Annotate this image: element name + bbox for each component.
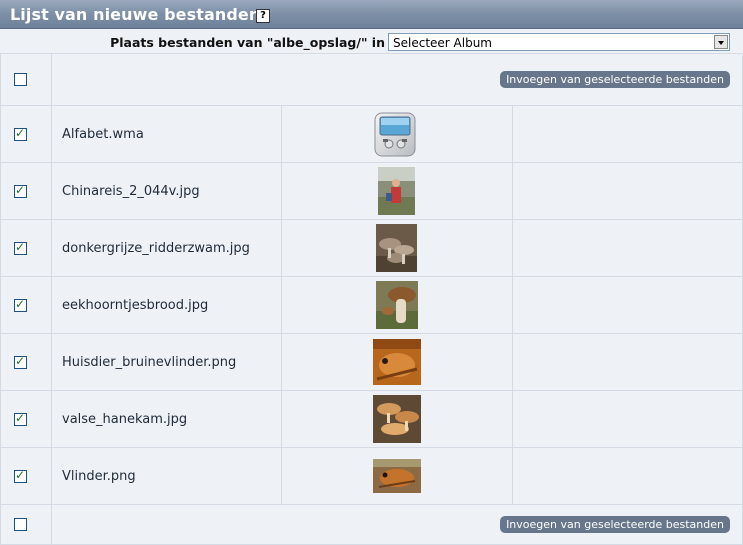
- file-name: Huisdier_bruinevlinder.png: [62, 354, 237, 370]
- file-checkbox[interactable]: [14, 183, 27, 198]
- select-all-checkbox-bottom[interactable]: [14, 518, 27, 531]
- file-checkbox[interactable]: [14, 411, 27, 426]
- album-label: Plaats bestanden van "albe_opslag/" in: [110, 35, 385, 50]
- help-icon[interactable]: ?: [256, 9, 270, 23]
- photo-thumbnail[interactable]: [376, 224, 418, 272]
- insert-selected-button-bottom[interactable]: Invoegen van geselecteerde bestanden: [500, 516, 730, 533]
- file-checkbox[interactable]: [14, 240, 27, 255]
- table-row: donkergrijze_ridderzwam.jpg: [0, 219, 743, 277]
- chevron-down-icon[interactable]: [714, 35, 728, 49]
- file-name: donkergrijze_ridderzwam.jpg: [62, 240, 250, 256]
- page-title: Lijst van nieuwe bestanden: [10, 5, 261, 24]
- file-checkbox[interactable]: [14, 297, 27, 312]
- table-row: Vlinder.png: [0, 447, 743, 505]
- photo-thumbnail[interactable]: [375, 281, 418, 329]
- album-select[interactable]: Selecteer Album: [388, 33, 730, 51]
- photo-thumbnail[interactable]: [372, 459, 421, 493]
- file-name: valse_hanekam.jpg: [62, 411, 188, 427]
- file-table: Invoegen van geselecteerde bestanden Alf…: [0, 53, 743, 545]
- album-selector-row: Plaats bestanden van "albe_opslag/" in S…: [0, 29, 743, 53]
- photo-thumbnail[interactable]: [372, 395, 421, 443]
- file-checkbox[interactable]: [14, 126, 27, 141]
- album-select-value: Selecteer Album: [393, 36, 492, 50]
- table-row: Huisdier_bruinevlinder.png: [0, 333, 743, 391]
- table-row: Chinareis_2_044v.jpg: [0, 162, 743, 220]
- insert-selected-button-top[interactable]: Invoegen van geselecteerde bestanden: [500, 71, 730, 88]
- file-name: Chinareis_2_044v.jpg: [62, 183, 200, 199]
- table-row: valse_hanekam.jpg: [0, 390, 743, 448]
- table-row: eekhoorntjesbrood.jpg: [0, 276, 743, 334]
- file-name: eekhoorntjesbrood.jpg: [62, 297, 209, 313]
- bottom-action-row: Invoegen van geselecteerde bestanden: [0, 504, 743, 545]
- photo-thumbnail[interactable]: [378, 167, 416, 215]
- title-bar: Lijst van nieuwe bestanden ?: [0, 0, 743, 29]
- file-checkbox[interactable]: [14, 468, 27, 483]
- top-action-row: Invoegen van geselecteerde bestanden: [0, 53, 743, 106]
- photo-thumbnail[interactable]: [372, 339, 421, 385]
- file-name: Vlinder.png: [62, 468, 136, 484]
- file-name: Alfabet.wma: [62, 126, 144, 142]
- table-row: Alfabet.wma: [0, 105, 743, 163]
- media-player-icon[interactable]: [370, 110, 424, 158]
- file-checkbox[interactable]: [14, 354, 27, 369]
- select-all-checkbox-top[interactable]: [14, 73, 27, 86]
